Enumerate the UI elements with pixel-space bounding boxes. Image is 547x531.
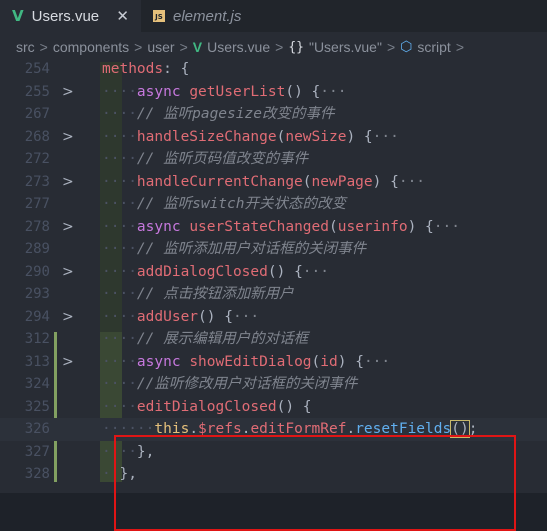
code-line[interactable]: 278 > ····async userStateChanged(userinfo)… — [0, 216, 547, 239]
code-text: ····//监听修改用户对话框的关闭事件 — [102, 376, 358, 392]
line-number: 312 — [24, 331, 50, 347]
chevron-right-icon: > — [39, 39, 48, 55]
code-line[interactable]: 268 > ····handleSizeChange(newSize) {··· — [0, 126, 547, 149]
chevron-right-icon: > — [179, 39, 188, 55]
tab-element-js[interactable]: JS element.js — [141, 0, 253, 32]
code-line[interactable]: 312 ····// 展示编辑用户的对话框 — [0, 328, 547, 351]
code-text: ····handleSizeChange(newSize) {··· — [102, 128, 399, 145]
code-line[interactable]: 267 ····// 监听pagesize改变的事件 — [0, 103, 547, 126]
code-text: ····addUser() {··· — [102, 308, 260, 325]
code-line[interactable]: 294 > ····addUser() {··· — [0, 306, 547, 329]
line-number: 272 — [24, 151, 50, 167]
breadcrumb-item-file[interactable]: Users.vue — [207, 39, 270, 55]
code-line[interactable]: 313 > ····async showEditDialog(id) {··· — [0, 351, 547, 374]
code-text: ····addDialogClosed() {··· — [102, 263, 329, 280]
tab-label: Users.vue — [31, 7, 100, 25]
line-number: 328 — [24, 466, 50, 482]
code-line[interactable]: 273 > ····handleCurrentChange(newPage) {··… — [0, 171, 547, 194]
line-number: 277 — [24, 196, 50, 212]
fold-chevron-icon[interactable]: > — [62, 171, 74, 194]
code-editor[interactable]: 254 methods: { 255 > ····async getUserList()… — [0, 61, 547, 531]
line-number: 290 — [24, 263, 50, 280]
code-line[interactable]: 277 ····// 监听switch开关状态的改变 — [0, 193, 547, 216]
breadcrumb-item-object[interactable]: "Users.vue" — [309, 39, 382, 55]
vue-file-icon: V — [192, 39, 203, 55]
line-number: 324 — [24, 376, 50, 392]
chevron-right-icon: > — [275, 39, 284, 55]
fold-chevron-icon[interactable]: > — [62, 306, 74, 329]
code-line[interactable]: 325 ····editDialogClosed() { — [0, 396, 547, 419]
breadcrumb-item-src[interactable]: src — [16, 39, 35, 55]
code-line[interactable]: 272 ····// 监听页码值改变的事件 — [0, 148, 547, 171]
code-text: ····handleCurrentChange(newPage) {··· — [102, 173, 426, 190]
tab-bar: V Users.vue ✕ JS element.js — [0, 0, 547, 32]
line-number: 289 — [24, 241, 50, 257]
code-text: ····async showEditDialog(id) {··· — [102, 353, 391, 370]
code-text: methods: { — [102, 61, 190, 77]
line-number: 273 — [24, 173, 50, 190]
breadcrumb-item-components[interactable]: components — [53, 39, 129, 55]
line-number: 313 — [24, 353, 50, 370]
code-line[interactable]: 324 ····//监听修改用户对话框的关闭事件 — [0, 373, 547, 396]
code-text: ····async getUserList() {··· — [102, 83, 347, 100]
tab-users-vue[interactable]: V Users.vue ✕ — [0, 0, 141, 32]
line-number: 327 — [24, 443, 50, 460]
breadcrumb-item-user[interactable]: user — [147, 39, 174, 55]
chevron-right-icon: > — [455, 39, 464, 55]
line-number: 267 — [24, 106, 50, 122]
code-text: ····// 展示编辑用户的对话框 — [102, 331, 309, 347]
code-text: ····editDialogClosed() { — [102, 398, 312, 415]
cube-icon: ⬡ — [400, 39, 413, 55]
object-braces-icon: {} — [288, 39, 304, 55]
chevron-right-icon: > — [134, 39, 143, 55]
line-number: 326 — [24, 421, 50, 437]
close-icon[interactable]: ✕ — [116, 7, 129, 25]
code-line[interactable]: 254 methods: { — [0, 58, 547, 81]
fold-chevron-icon[interactable]: > — [62, 216, 74, 239]
line-number: 254 — [24, 61, 50, 77]
tab-label: element.js — [173, 7, 242, 25]
chevron-right-icon: > — [386, 39, 396, 55]
code-line[interactable]: 255 > ····async getUserList() {··· — [0, 81, 547, 104]
fold-chevron-icon[interactable]: > — [62, 351, 74, 374]
code-text: ····// 监听pagesize改变的事件 — [102, 106, 335, 122]
code-text: ····// 监听添加用户对话框的关闭事件 — [102, 241, 367, 257]
code-text: ····// 点击按钮添加新用户 — [102, 286, 294, 302]
fold-chevron-icon[interactable]: > — [62, 81, 74, 104]
annotation-highlight-box — [114, 435, 516, 531]
code-line[interactable]: 289 ····// 监听添加用户对话框的关闭事件 — [0, 238, 547, 261]
fold-chevron-icon[interactable]: > — [62, 261, 74, 284]
js-file-icon: JS — [153, 10, 165, 22]
code-text: ····async userStateChanged(userinfo) {··… — [102, 218, 460, 235]
code-line[interactable]: 293 ····// 点击按钮添加新用户 — [0, 283, 547, 306]
vue-file-icon: V — [12, 7, 24, 25]
code-line[interactable]: 290 > ····addDialogClosed() {··· — [0, 261, 547, 284]
line-number: 278 — [24, 218, 50, 235]
fold-chevron-icon[interactable]: > — [62, 126, 74, 149]
line-number: 268 — [24, 128, 50, 145]
line-number: 255 — [24, 83, 50, 100]
line-number: 325 — [24, 398, 50, 415]
line-number: 294 — [24, 308, 50, 325]
code-text: ····// 监听switch开关状态的改变 — [102, 196, 346, 212]
line-number: 293 — [24, 286, 50, 302]
code-text: ····// 监听页码值改变的事件 — [102, 151, 309, 167]
breadcrumb-item-script[interactable]: script — [417, 39, 450, 55]
